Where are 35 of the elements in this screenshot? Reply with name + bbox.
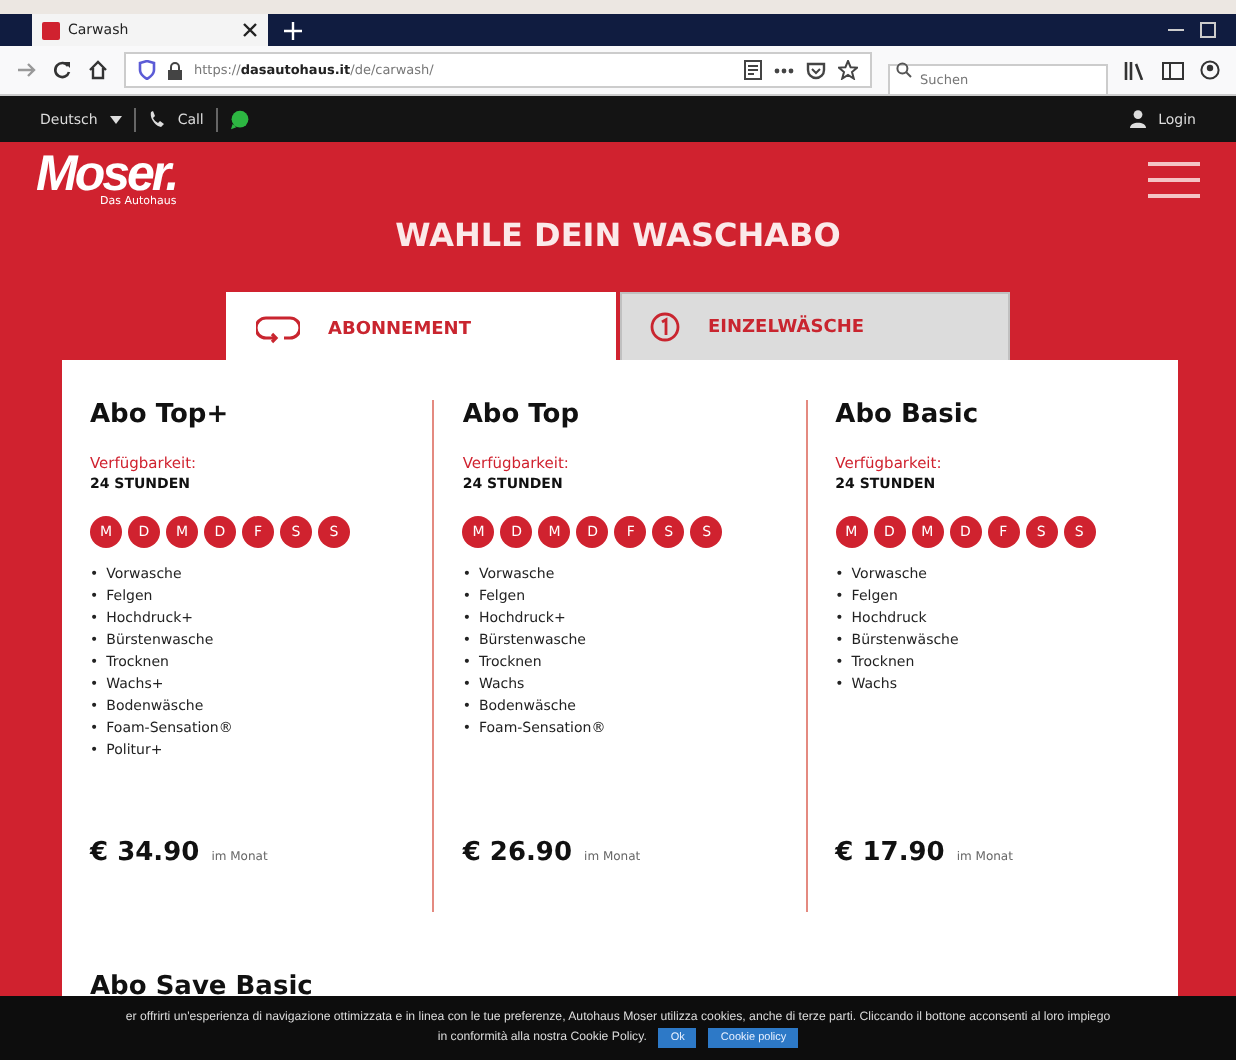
number-one-icon [650,312,680,342]
repeat-icon [256,315,300,343]
search-icon [896,62,912,78]
account-icon[interactable] [1200,60,1220,80]
plan-name: Abo Top [462,400,580,430]
page-title: WAHLE DEIN WASCHABO [395,216,841,254]
chat-bubble-icon[interactable] [229,109,250,129]
reload-icon[interactable] [52,60,72,80]
plan-price: € 26.90 [462,838,573,868]
plan-type-tab[interactable]: EINZELWÄSCHE [620,292,1010,360]
plus-icon[interactable] [284,21,302,39]
shield-icon [138,60,156,80]
plan-price: € 34.90 [90,838,200,868]
caret-icon[interactable] [109,115,122,123]
phone-icon [147,110,166,128]
maximize-icon[interactable] [1200,22,1216,38]
plan-name: Abo Save Basic [90,972,315,1002]
plan-name: Abo Top+ [90,400,229,430]
home-icon[interactable] [88,60,108,80]
forward-arrow-icon[interactable] [16,60,36,80]
favicon-icon [42,21,60,39]
plan-name: Abo Basic [835,400,979,430]
logo-wordmark[interactable]: Moser. [36,150,177,198]
close-icon[interactable] [242,22,258,38]
more-dots-icon[interactable] [774,67,794,73]
plan-price: € 17.90 [835,838,945,868]
reader-view-icon[interactable] [744,60,762,80]
sidebar-icon[interactable] [1162,61,1184,79]
plan-type-tab[interactable]: ABONNEMENT [226,292,616,364]
pocket-icon[interactable] [806,61,826,79]
lock-icon [168,61,182,79]
menu-icon[interactable] [1148,162,1200,198]
user-icon [1130,110,1147,128]
star-icon[interactable] [838,60,858,80]
library-icon[interactable] [1124,61,1146,79]
